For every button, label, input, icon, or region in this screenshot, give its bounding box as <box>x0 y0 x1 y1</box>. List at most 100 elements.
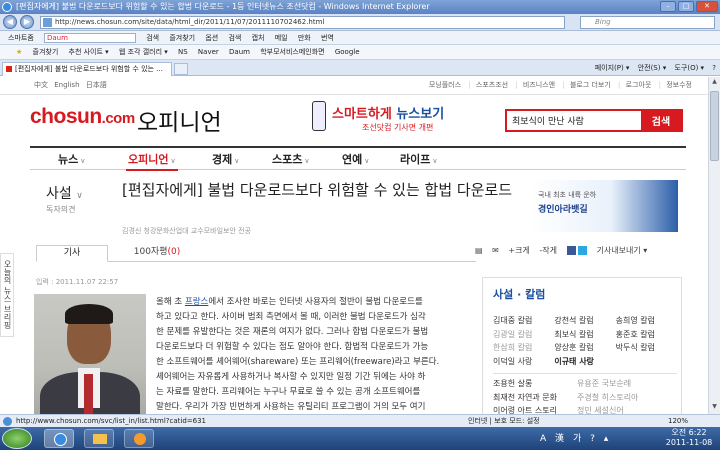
news-briefing-tab[interactable]: 오늘의 뉴스 브리핑 <box>0 253 14 337</box>
site-search-button[interactable]: 검색 <box>641 111 681 130</box>
article-subsection[interactable]: 독자의견 <box>46 204 75 215</box>
fav-item-google[interactable]: Google <box>335 48 360 56</box>
column-link[interactable]: 유용준 국보순례 <box>577 377 677 391</box>
ime-a-icon[interactable]: A <box>540 434 546 444</box>
scroll-up-icon[interactable]: ▲ <box>710 78 719 88</box>
column-link[interactable]: 박두식 칼럼 <box>616 341 677 355</box>
lang-english[interactable]: English <box>54 81 79 89</box>
cmd-help[interactable]: ? <box>712 64 716 72</box>
toolbar-item-search2[interactable]: 검색 <box>228 34 241 42</box>
column-link[interactable]: 송희영 칼럼 <box>616 314 677 328</box>
body-link-france[interactable]: 프랑스 <box>185 297 208 307</box>
column-link[interactable]: 주경철 히스토리아 <box>577 391 677 405</box>
taskbar-media-icon[interactable] <box>124 429 154 448</box>
font-smaller-button[interactable]: -작게 <box>539 246 557 255</box>
daum-search-input[interactable]: Daum <box>44 33 136 43</box>
back-button[interactable]: ◀ <box>3 15 17 29</box>
nav-economy[interactable]: 경제 ∨ <box>212 151 239 167</box>
ime-help-icon[interactable]: ? <box>590 434 595 444</box>
search-engine-box[interactable]: Bing <box>580 16 715 29</box>
fav-item-ns[interactable]: NS <box>178 48 188 56</box>
new-tab-button[interactable] <box>174 63 188 75</box>
tray-expand-icon[interactable]: ▴ <box>604 434 609 444</box>
column-link[interactable]: 강천석 칼럼 <box>554 314 615 328</box>
fav-item-naver[interactable]: Naver <box>198 48 219 56</box>
fav-item-web-slice[interactable]: 웹 조각 갤러리 ▾ <box>119 48 168 56</box>
top-link-morningplus[interactable]: 모닝플러스 <box>429 81 461 89</box>
scroll-thumb[interactable] <box>710 91 719 161</box>
toolbar-item-smartzoom[interactable]: 스마트줌 <box>8 34 34 42</box>
top-link-business[interactable]: 비즈니스앤 <box>515 81 555 89</box>
url-input[interactable]: http://news.chosun.com/site/data/html_di… <box>40 16 565 29</box>
fav-item-recommended[interactable]: 추천 사이트 ▾ <box>69 48 109 56</box>
column-link[interactable]: 홍준호 칼럼 <box>616 328 677 342</box>
browser-tab[interactable]: [편집자에게] 불법 다운로드보다 위험할 수 있는 ... <box>2 62 172 76</box>
cmd-safety[interactable]: 안전(S) ▾ <box>638 64 667 72</box>
ime-hangul-icon[interactable]: 가 <box>573 434 581 444</box>
smart-news-banner[interactable]: 스마트하게 뉴스보기 조선닷컴 기사면 개편 <box>312 101 482 137</box>
site-logo[interactable]: chosun.com <box>30 105 135 129</box>
column-link[interactable]: 김광일 칼럼 <box>493 328 554 342</box>
toolbar-item-mail[interactable]: 메일 <box>275 34 288 42</box>
column-link[interactable]: 김대중 칼럼 <box>493 314 554 328</box>
zoom-level[interactable]: 120% <box>668 415 688 427</box>
lang-japanese[interactable]: 日本語 <box>86 81 107 89</box>
font-larger-button[interactable]: +크게 <box>508 246 529 255</box>
vertical-scrollbar[interactable]: ▲ ▼ <box>708 77 720 414</box>
ad-banner[interactable]: 국내 최초 내륙 운하 경인아라뱃길 <box>530 180 678 232</box>
column-link[interactable]: 양상훈 칼럼 <box>554 341 615 355</box>
section-title[interactable]: 오피니언 <box>137 103 222 137</box>
clock[interactable]: 오전 6:22 2011-11-08 <box>660 428 718 448</box>
column-link[interactable]: 최재천 자연과 문화 <box>493 391 577 405</box>
toolbar-item-capture[interactable]: 캡처 <box>252 34 265 42</box>
article-section[interactable]: 사설 ∨ <box>46 183 83 203</box>
column-link[interactable]: 이덕일 사랑 <box>493 355 554 369</box>
print-icon[interactable]: ▤ <box>475 246 483 255</box>
forward-button[interactable]: ▶ <box>20 15 34 29</box>
minimize-button[interactable]: – <box>660 1 676 12</box>
export-article-button[interactable]: 기사내보내기 ▾ <box>597 246 648 255</box>
top-link-blog[interactable]: 블로그 더보기 <box>562 81 610 89</box>
column-link[interactable]: 이규태 사랑 <box>554 355 615 369</box>
security-zone[interactable]: 인터넷 | 보호 모드: 설정 <box>468 415 540 427</box>
column-link[interactable]: 정민 세설신어 <box>577 404 677 414</box>
column-link[interactable] <box>616 355 677 369</box>
column-link[interactable]: 한삼희 칼럼 <box>493 341 554 355</box>
fav-item-parent-service[interactable]: 학부모서비스메인화면 <box>260 48 324 56</box>
nav-sports[interactable]: 스포츠 ∨ <box>272 151 310 167</box>
scroll-down-icon[interactable]: ▼ <box>710 403 719 413</box>
column-link[interactable]: 이어령 아트 스토리 <box>493 404 577 414</box>
ime-hanja-icon[interactable]: 漢 <box>555 434 564 444</box>
twitter-icon[interactable] <box>578 246 588 255</box>
top-link-logout[interactable]: 로그아웃 <box>618 81 651 89</box>
nav-opinion[interactable]: 오피니언 ∨ <box>128 151 176 167</box>
favorites-button[interactable]: ★ 즐겨찾기 <box>8 48 58 56</box>
toolbar-item-favorites[interactable]: 즐겨찾기 <box>169 34 195 42</box>
share-buttons[interactable]: 기사내보내기 ▾ <box>566 246 648 255</box>
toolbar-item-comic[interactable]: 만화 <box>298 34 311 42</box>
start-button[interactable] <box>2 428 32 449</box>
column-link[interactable]: 최보식 칼럼 <box>554 328 615 342</box>
cmd-tools[interactable]: 도구(O) ▾ <box>674 64 704 72</box>
top-link-sports[interactable]: 스포츠조선 <box>468 81 508 89</box>
site-search-input[interactable] <box>507 111 641 130</box>
cmd-page[interactable]: 페이지(P) ▾ <box>595 64 630 72</box>
nav-life[interactable]: 라이프 ∨ <box>400 151 438 167</box>
nav-entertainment[interactable]: 연예 ∨ <box>342 151 369 167</box>
toolbar-item-translate[interactable]: 번역 <box>321 34 334 42</box>
top-link-profile[interactable]: 정보수정 <box>659 81 692 89</box>
taskbar-folder-icon[interactable] <box>84 429 114 448</box>
column-link[interactable]: 조용헌 살롱 <box>493 377 577 391</box>
lang-chinese[interactable]: 中文 <box>34 81 48 89</box>
tab-comments[interactable]: 100자평(0) <box>122 245 192 262</box>
fav-item-daum[interactable]: Daum <box>229 48 250 56</box>
taskbar-ie-icon[interactable] <box>44 429 74 448</box>
tab-article[interactable]: 기사 <box>36 245 108 262</box>
facebook-icon[interactable] <box>566 246 576 255</box>
nav-news[interactable]: 뉴스 ∨ <box>58 151 85 167</box>
email-icon[interactable]: ✉ <box>492 246 499 255</box>
maximize-button[interactable]: □ <box>678 1 694 12</box>
close-button[interactable]: ✕ <box>696 1 718 12</box>
toolbar-item-options[interactable]: 옵션 <box>205 34 218 42</box>
toolbar-item-search[interactable]: 검색 <box>146 34 159 42</box>
